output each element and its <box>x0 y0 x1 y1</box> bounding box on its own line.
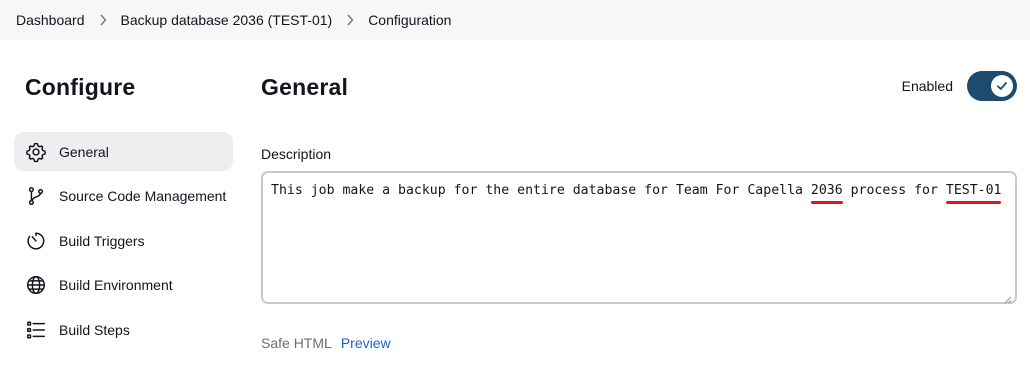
sidebar-title: Configure <box>25 74 136 100</box>
sidebar-item-general[interactable]: General <box>14 132 233 171</box>
sidebar-item-build-steps[interactable]: Build Steps <box>14 310 233 349</box>
enabled-toggle[interactable] <box>967 71 1017 101</box>
list-steps-icon <box>25 319 47 341</box>
preview-link[interactable]: Preview <box>341 335 391 351</box>
chevron-right-icon <box>99 14 107 26</box>
description-env: TEST-01 <box>945 183 1002 198</box>
sidebar-item-build-environment[interactable]: Build Environment <box>14 266 233 305</box>
breadcrumb-dashboard[interactable]: Dashboard <box>16 12 85 28</box>
description-year: 2036 <box>810 183 843 198</box>
sidebar-item-label: Build Steps <box>59 321 130 338</box>
enabled-label: Enabled <box>901 78 953 94</box>
branch-icon <box>25 185 47 207</box>
description-label: Description <box>261 146 332 162</box>
description-text: This job make a backup for the entire da… <box>271 183 1001 198</box>
enabled-control: Enabled <box>902 71 1017 101</box>
description-footer: Safe HTML Preview <box>261 335 391 351</box>
description-text-before: This job make a backup for the entire da… <box>271 183 811 198</box>
safe-html-label: Safe HTML <box>261 335 332 351</box>
sidebar-nav: General Source Code Management Build Tri… <box>14 132 233 355</box>
gear-icon <box>25 141 47 163</box>
globe-icon <box>25 274 47 296</box>
check-icon <box>991 75 1013 97</box>
resize-grip-icon[interactable] <box>1004 291 1012 304</box>
sidebar-item-label: General <box>59 143 109 160</box>
breadcrumb: Dashboard Backup database 2036 (TEST-01)… <box>0 0 1030 40</box>
sidebar-item-label: Build Triggers <box>59 232 145 249</box>
sidebar-item-label: Source Code Management <box>59 188 227 204</box>
sidebar-item-source-code-management[interactable]: Source Code Management <box>14 177 233 216</box>
breadcrumb-job[interactable]: Backup database 2036 (TEST-01) <box>121 12 333 28</box>
sidebar-item-label: Build Environment <box>59 277 173 293</box>
page-title: General <box>261 74 349 100</box>
description-text-middle: process for <box>842 183 946 198</box>
sidebar-item-build-triggers[interactable]: Build Triggers <box>14 221 233 260</box>
breadcrumb-configuration[interactable]: Configuration <box>368 12 451 28</box>
description-textarea[interactable]: This job make a backup for the entire da… <box>261 171 1017 304</box>
chevron-right-icon <box>346 14 354 26</box>
timer-icon <box>25 230 47 252</box>
